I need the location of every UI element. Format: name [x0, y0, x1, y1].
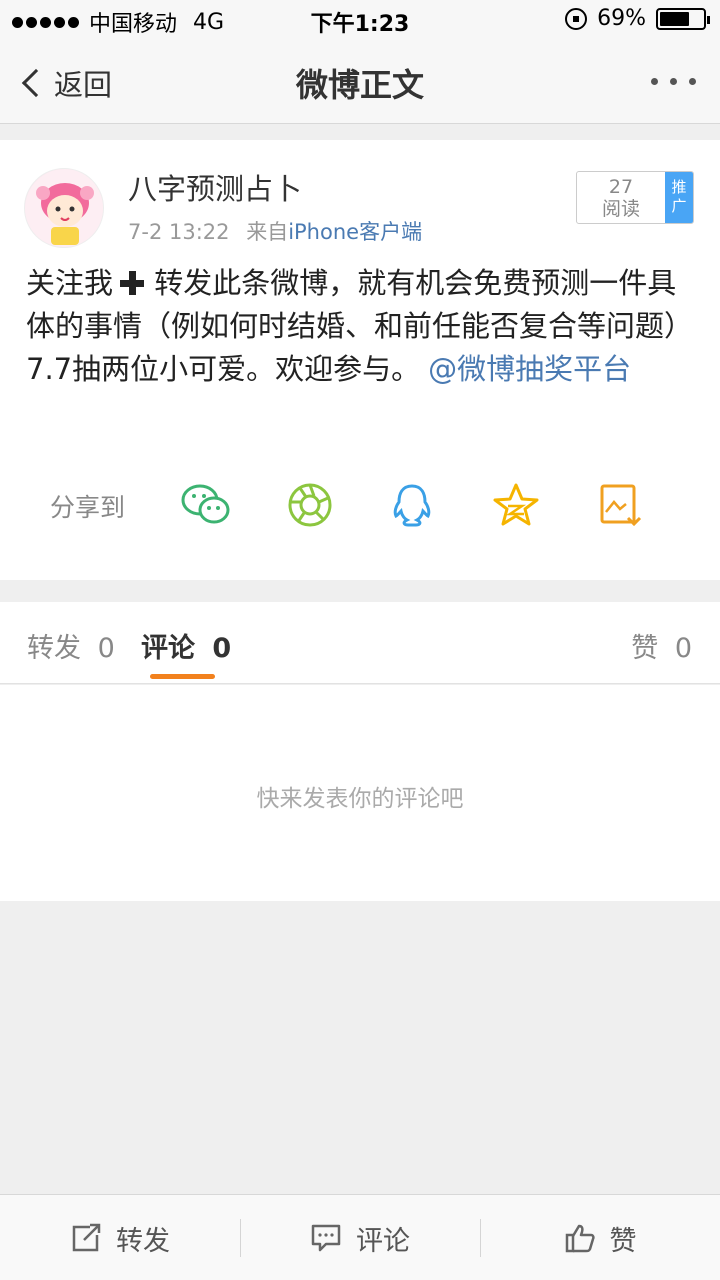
- wechat-icon[interactable]: [180, 482, 232, 528]
- repost-button[interactable]: 转发: [0, 1195, 240, 1280]
- source-prefix: 来自: [246, 220, 289, 244]
- page-title: 微博正文: [295, 66, 424, 104]
- comments-empty-state: 快来发表你的评论吧: [0, 685, 720, 901]
- post-text-1: 关注我: [26, 266, 114, 300]
- tab-bar: 转发 0 评论 0 赞 0: [0, 602, 720, 684]
- active-tab-indicator: [150, 674, 215, 679]
- thumbs-up-icon: [565, 1224, 595, 1253]
- tab-likes[interactable]: 赞 0: [631, 626, 692, 665]
- qzone-icon[interactable]: [490, 482, 542, 528]
- tab-likes-count: 0: [674, 633, 692, 664]
- comment-icon: [311, 1224, 341, 1252]
- read-count-badge[interactable]: 27 阅读 推广: [576, 171, 694, 224]
- comment-label: 评论: [356, 1225, 410, 1257]
- tab-likes-label: 赞: [631, 633, 659, 664]
- rotation-lock-icon: [565, 7, 588, 30]
- bottom-action-bar: 转发 评论 赞: [0, 1194, 720, 1280]
- plus-icon: [119, 270, 145, 296]
- tab-comments-count: 0: [212, 633, 232, 664]
- battery-percent: 69%: [597, 6, 646, 31]
- navigation-bar: 返回 微博正文: [0, 40, 720, 124]
- tab-comments-label: 评论: [141, 633, 195, 664]
- moments-icon[interactable]: [284, 482, 336, 528]
- tab-reposts-count: 0: [97, 633, 115, 664]
- tab-reposts[interactable]: 转发 0: [27, 626, 115, 665]
- read-label: 阅读: [601, 198, 640, 220]
- mention-link[interactable]: @微博抽奖平台: [428, 352, 631, 386]
- read-count: 27: [608, 176, 634, 198]
- repost-icon: [72, 1223, 101, 1252]
- post-date: 7-2 13:22: [128, 220, 230, 244]
- status-bar: 中国移动 4G 下午1:23 69%: [0, 0, 720, 40]
- post-content: 关注我 转发此条微博，就有机会免费预测一件具体的事情（例如何时结婚、和前任能否复…: [26, 262, 702, 391]
- tab-reposts-label: 转发: [27, 633, 81, 664]
- share-row: 分享到: [0, 470, 720, 540]
- comment-button[interactable]: 评论: [240, 1195, 480, 1280]
- post-card: 八字预测占卜 7-2 13:22 来自iPhone客户端 27 阅读 推广 关注…: [0, 140, 720, 580]
- like-button[interactable]: 赞: [480, 1195, 720, 1280]
- qq-icon[interactable]: [386, 482, 438, 528]
- repost-label: 转发: [116, 1225, 170, 1257]
- tab-comments[interactable]: 评论 0: [141, 626, 231, 665]
- more-options-button[interactable]: [651, 78, 696, 85]
- empty-comments-text: 快来发表你的评论吧: [256, 786, 464, 812]
- post-source[interactable]: iPhone客户端: [288, 220, 422, 244]
- post-meta: 7-2 13:22 来自iPhone客户端: [128, 216, 422, 246]
- avatar[interactable]: [24, 168, 104, 248]
- promote-badge[interactable]: 推广: [665, 172, 693, 223]
- share-label: 分享到: [50, 493, 126, 522]
- battery-icon: [656, 7, 710, 30]
- save-image-icon[interactable]: [596, 482, 648, 528]
- like-label: 赞: [609, 1225, 637, 1257]
- author-name[interactable]: 八字预测占卜: [128, 166, 302, 208]
